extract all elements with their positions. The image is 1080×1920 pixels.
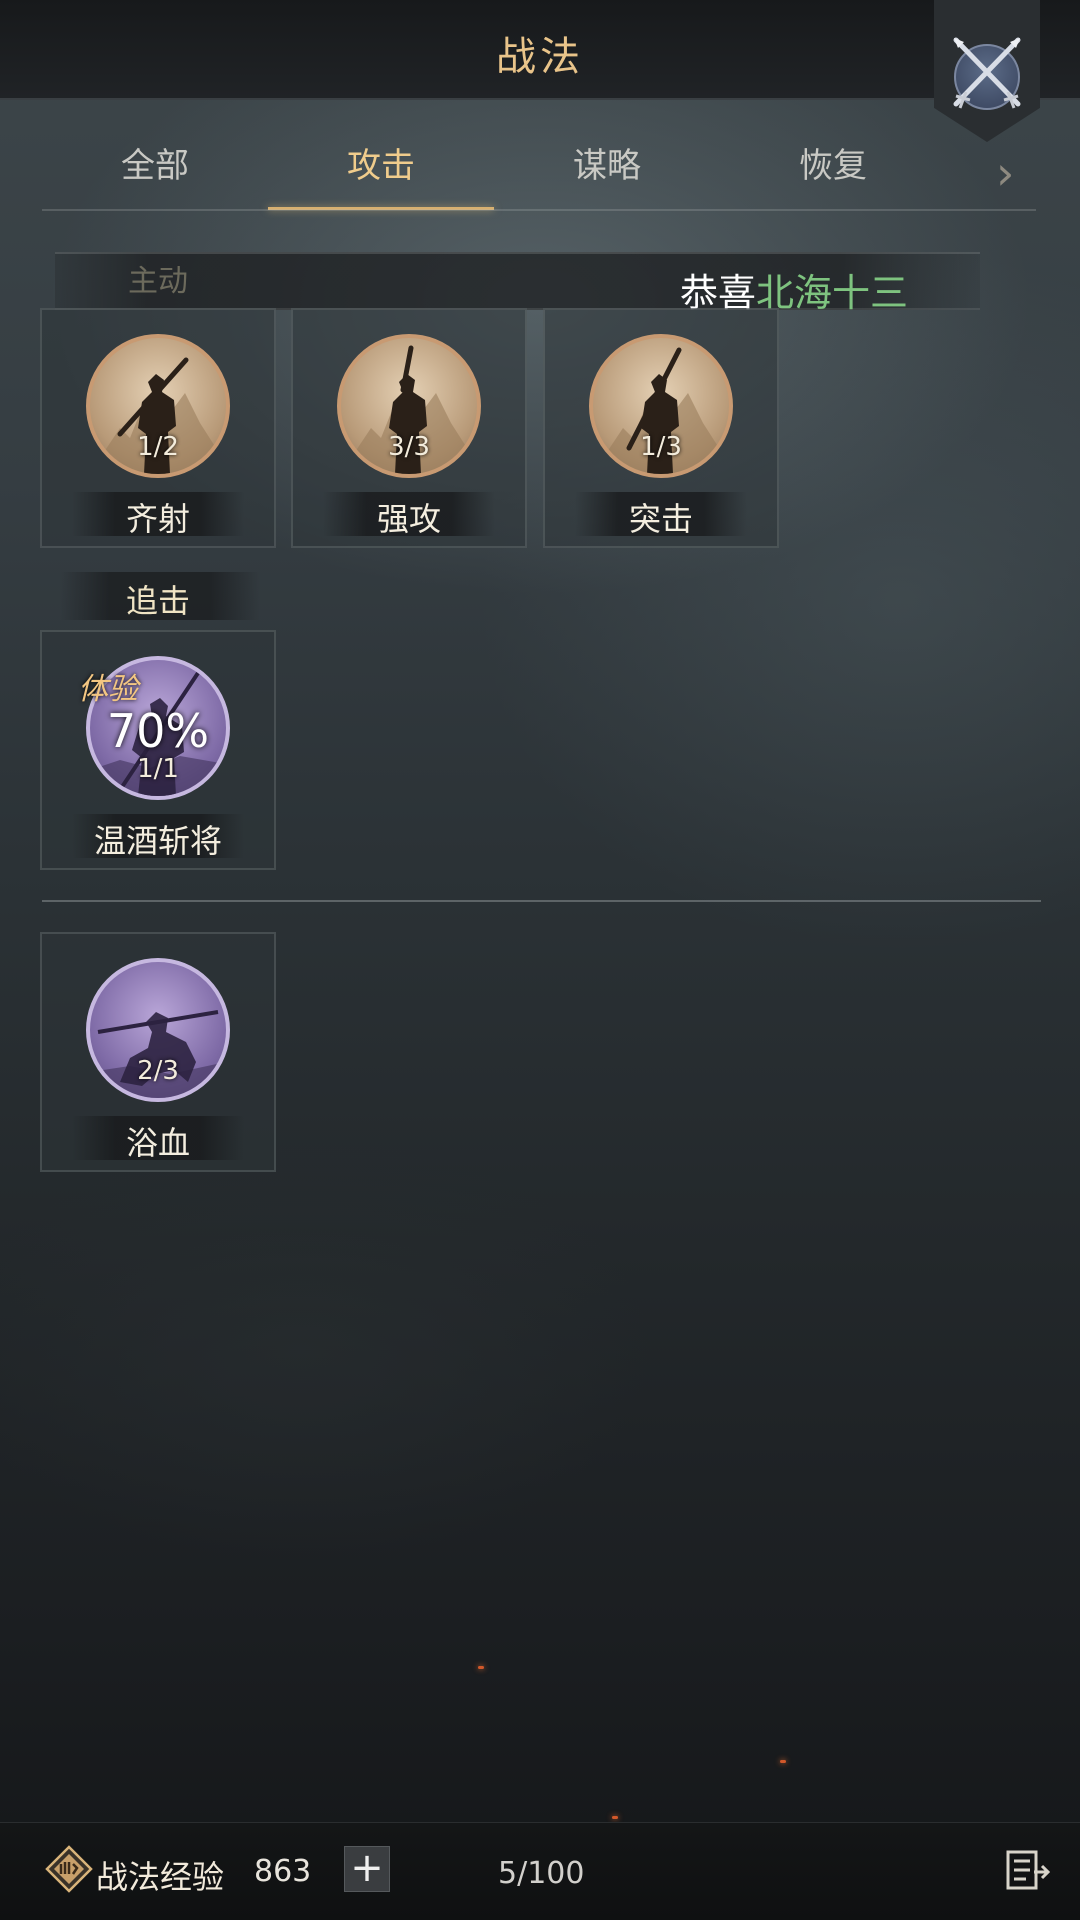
skill-count: 1/2 <box>137 432 179 462</box>
list-exit-icon[interactable] <box>1006 1850 1050 1890</box>
ember-decoration <box>612 1816 618 1819</box>
add-exp-button[interactable]: + <box>344 1846 390 1892</box>
skill-slot-count: 5/100 <box>498 1856 585 1891</box>
skill-name: 浴血 <box>125 1124 190 1162</box>
category-tabs: 全部 攻击 谋略 恢复 <box>42 140 1036 210</box>
skill-count: 2/3 <box>137 1056 179 1086</box>
skill-card[interactable]: 1/2 齐射 <box>40 308 276 548</box>
skill-name: 温酒斩将 <box>93 822 222 860</box>
skill-name: 突击 <box>628 500 693 538</box>
exp-value: 863 <box>254 1854 312 1889</box>
section-label-active: 主动 <box>128 264 188 299</box>
skill-card[interactable]: 3/3 强攻 <box>291 308 527 548</box>
section-label-pursuit: 追击 <box>125 582 190 620</box>
skill-card[interactable]: 2/3 浴血 <box>40 932 276 1172</box>
skill-count: 1/1 <box>137 754 179 784</box>
title-bar: 战法 <box>0 0 1080 100</box>
section-divider <box>42 900 1041 902</box>
tab-label: 攻击 <box>347 146 415 186</box>
close-button[interactable] <box>934 0 1040 142</box>
crossed-swords-close-icon <box>953 37 1021 109</box>
tab-strategy[interactable]: 谋略 <box>494 140 720 210</box>
tab-label: 谋略 <box>573 146 641 186</box>
trial-percent: 70% <box>106 704 210 758</box>
page-title: 战法 <box>496 34 584 80</box>
chevron-right-icon[interactable]: › <box>996 150 1020 200</box>
skill-count: 1/3 <box>640 432 682 462</box>
ember-decoration <box>780 1760 786 1763</box>
skill-card-trial[interactable]: 体验 70% 1/1 温酒斩将 <box>40 630 276 870</box>
tactic-exp-icon <box>45 1845 93 1893</box>
tabs-divider <box>42 209 1036 211</box>
exp-label: 战法经验 <box>96 1858 225 1896</box>
tab-all[interactable]: 全部 <box>42 140 268 210</box>
tab-label: 恢复 <box>799 146 867 186</box>
skill-count: 3/3 <box>388 432 430 462</box>
tab-recovery[interactable]: 恢复 <box>720 140 946 210</box>
skill-name: 齐射 <box>125 500 190 538</box>
tab-attack[interactable]: 攻击 <box>268 140 494 210</box>
trial-tag: 体验 <box>78 672 138 707</box>
ember-decoration <box>478 1666 484 1669</box>
tab-label: 全部 <box>121 146 189 186</box>
skill-card[interactable]: 1/3 突击 <box>543 308 779 548</box>
skill-name: 强攻 <box>376 500 441 538</box>
